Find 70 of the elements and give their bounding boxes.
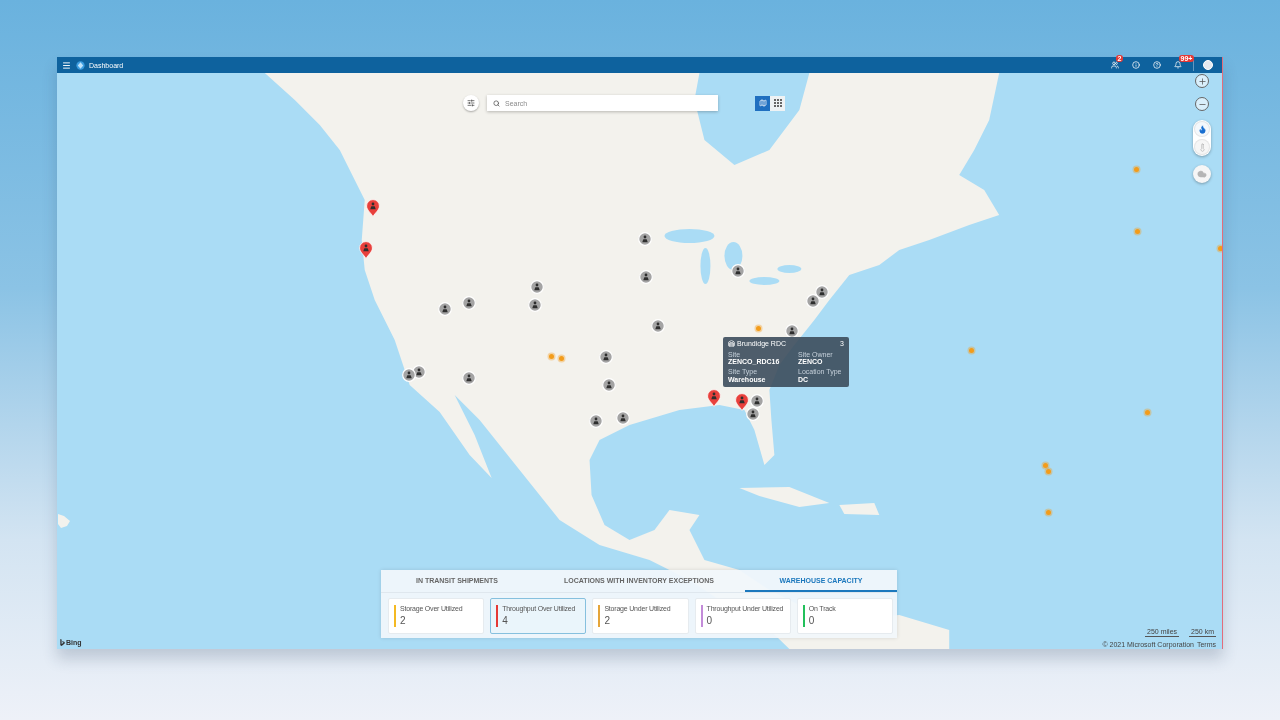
lake bbox=[724, 242, 743, 270]
marker-icon[interactable] bbox=[602, 378, 616, 392]
marker-icon[interactable] bbox=[806, 294, 820, 308]
people-icon bbox=[1111, 61, 1119, 69]
marker-icon[interactable] bbox=[528, 298, 542, 312]
marker-icon[interactable] bbox=[599, 350, 613, 364]
cloud-icon bbox=[1197, 169, 1207, 179]
marker-icon[interactable] bbox=[638, 232, 652, 246]
marker-icon[interactable] bbox=[639, 270, 653, 284]
map-icon bbox=[758, 99, 767, 107]
marker-icon[interactable] bbox=[746, 407, 760, 421]
marker-icon[interactable] bbox=[616, 411, 630, 425]
info-icon bbox=[1132, 61, 1140, 69]
flame-layer-button[interactable] bbox=[1194, 121, 1210, 137]
zoom-in-button[interactable] bbox=[1195, 74, 1209, 88]
sliders-icon bbox=[467, 99, 475, 107]
grid-view-button[interactable] bbox=[770, 95, 785, 111]
help-icon bbox=[1153, 61, 1161, 69]
plus-icon bbox=[1197, 76, 1207, 86]
notifications-button[interactable] bbox=[1172, 59, 1184, 71]
lake bbox=[777, 265, 802, 273]
grid-icon bbox=[773, 99, 782, 107]
event-dot-icon bbox=[1217, 245, 1222, 251]
marker-icon[interactable] bbox=[589, 414, 603, 428]
map-view-button[interactable] bbox=[755, 95, 770, 111]
marker-icon[interactable] bbox=[750, 394, 764, 408]
thermometer-icon bbox=[1197, 142, 1207, 152]
pin-icon[interactable] bbox=[359, 241, 373, 259]
event-dot-icon bbox=[1133, 166, 1139, 172]
lake bbox=[700, 248, 711, 284]
bing-logo-icon bbox=[60, 639, 65, 646]
marker-icon[interactable] bbox=[438, 302, 452, 316]
marker-icon[interactable] bbox=[462, 296, 476, 310]
card-value: 4 bbox=[502, 615, 509, 626]
marker-icon[interactable] bbox=[731, 264, 745, 278]
card-value: 0 bbox=[706, 615, 714, 626]
pin-icon[interactable] bbox=[366, 199, 380, 217]
menu-icon bbox=[61, 60, 71, 70]
lake bbox=[664, 229, 715, 243]
avatar-icon[interactable] bbox=[1203, 60, 1213, 70]
warehouse-icon bbox=[728, 340, 735, 348]
event-dot-icon bbox=[1045, 509, 1051, 515]
search-icon bbox=[493, 99, 500, 107]
island bbox=[839, 503, 880, 515]
marker-icon[interactable] bbox=[785, 324, 799, 338]
marker-icon[interactable] bbox=[651, 319, 665, 333]
event-dot-icon bbox=[548, 353, 554, 359]
bell-icon bbox=[1174, 61, 1182, 69]
event-dot-icon bbox=[755, 325, 761, 331]
pin-icon[interactable] bbox=[707, 389, 721, 407]
island bbox=[58, 514, 70, 528]
zoom-out-button[interactable] bbox=[1195, 97, 1209, 111]
marker-icon[interactable] bbox=[530, 280, 544, 294]
marker-icon[interactable] bbox=[402, 368, 416, 382]
info-button[interactable] bbox=[1130, 59, 1142, 71]
event-dot-icon bbox=[968, 347, 974, 353]
event-dot-icon bbox=[1144, 409, 1150, 415]
card-value: 2 bbox=[400, 615, 407, 626]
event-dot-icon bbox=[558, 355, 564, 361]
card-value: 0 bbox=[808, 615, 816, 626]
pin-icon[interactable] bbox=[735, 393, 749, 411]
event-dot-icon bbox=[1134, 228, 1140, 234]
card-value: 2 bbox=[604, 615, 611, 626]
people-button[interactable] bbox=[1109, 59, 1121, 71]
menu-button[interactable] bbox=[60, 59, 72, 71]
flame-icon bbox=[1197, 124, 1207, 134]
logo-icon bbox=[76, 60, 85, 70]
help-button[interactable] bbox=[1151, 59, 1163, 71]
lake bbox=[749, 277, 780, 285]
marker-icon[interactable] bbox=[462, 371, 476, 385]
